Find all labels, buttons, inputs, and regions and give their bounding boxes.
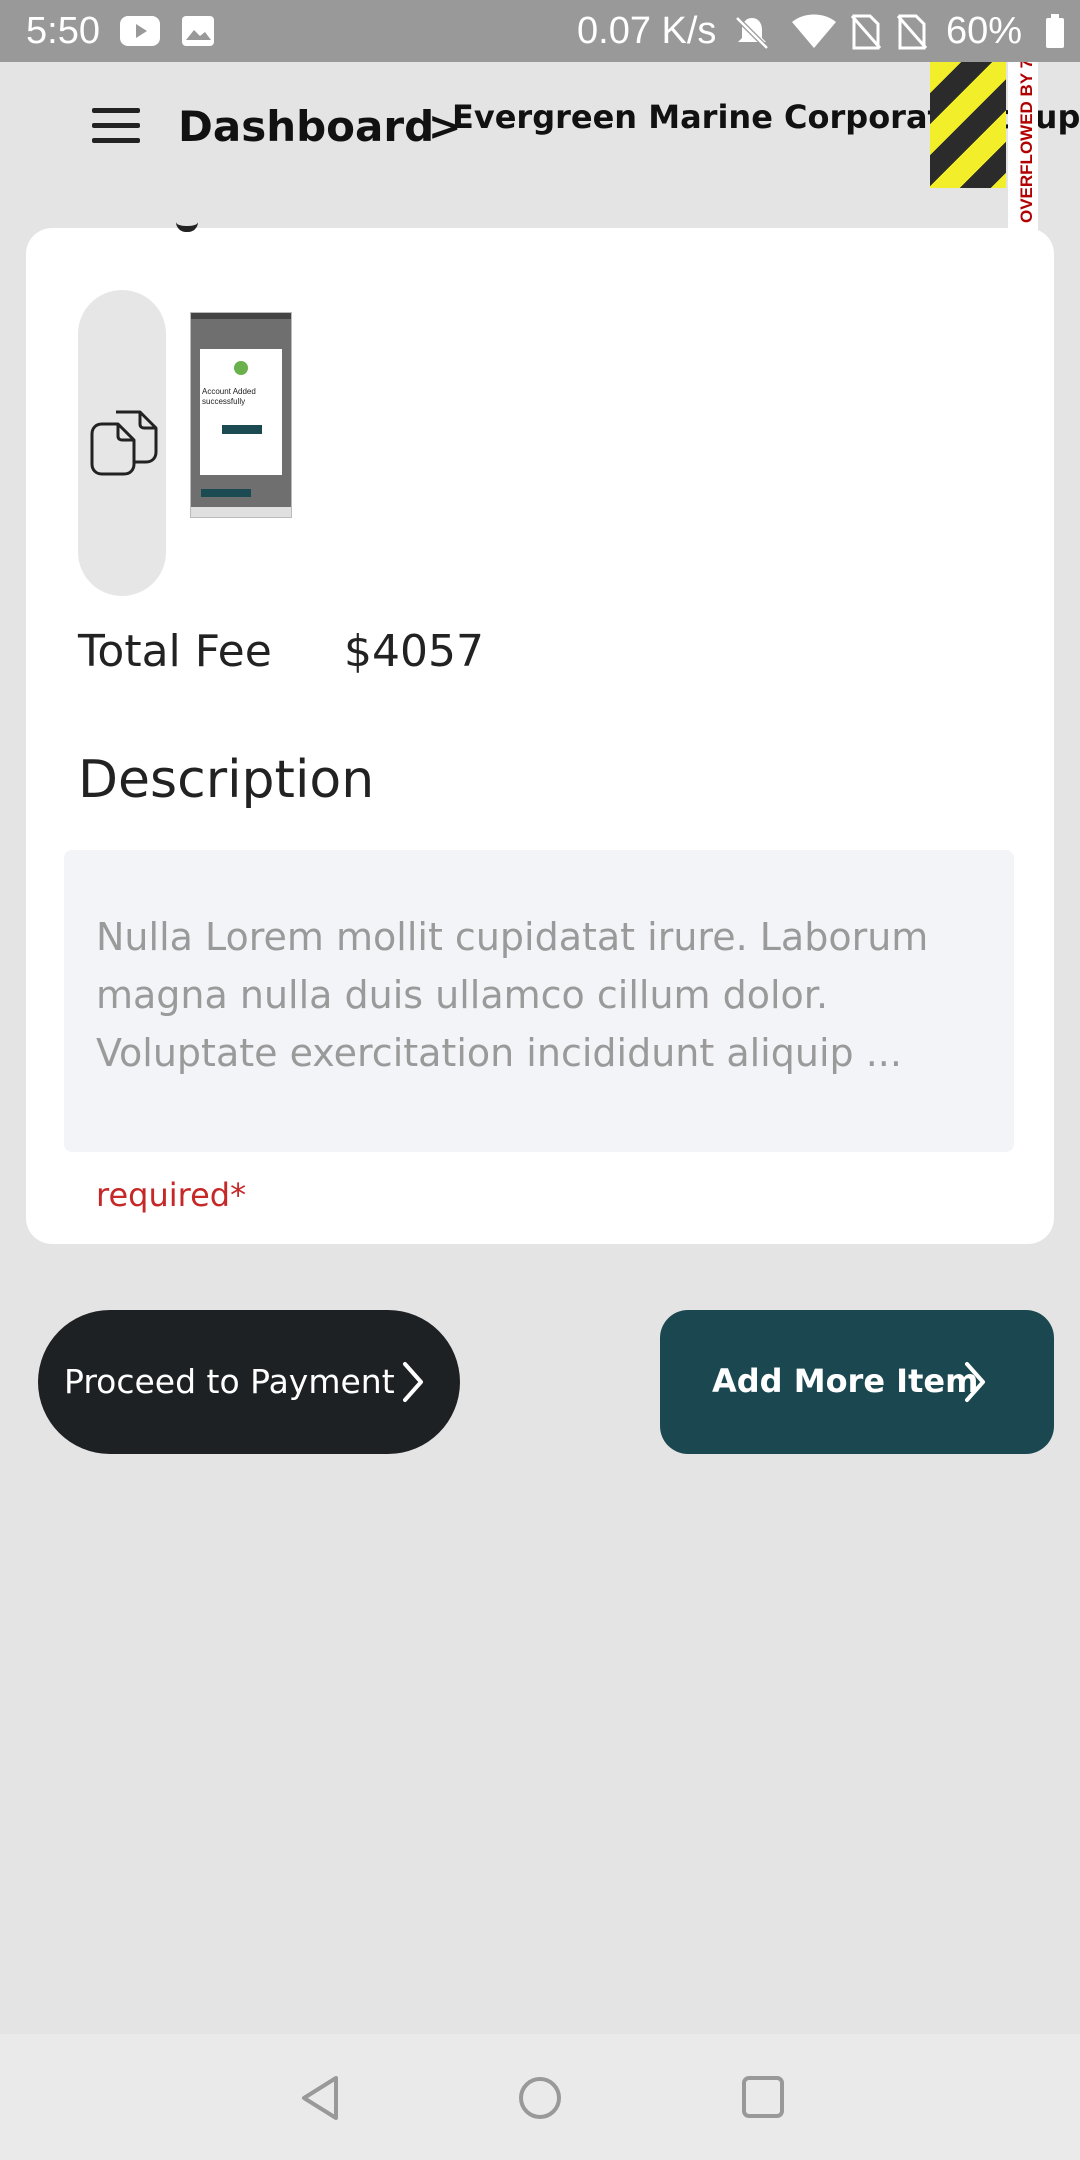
- success-check-icon: [234, 361, 248, 375]
- add-attachment-button[interactable]: [78, 290, 166, 596]
- battery-level: 60%: [946, 10, 1023, 52]
- status-bar: 5:50 0.07 K/s 60%: [0, 0, 1080, 62]
- order-details-card: Account Added successfully Total Fee $40…: [26, 228, 1054, 1244]
- no-sim-icon: [896, 14, 928, 60]
- home-icon[interactable]: [516, 2074, 564, 2122]
- mute-icon: [733, 14, 771, 60]
- chevron-right-icon: [965, 1362, 985, 1402]
- image-icon: [180, 14, 216, 58]
- battery-icon: [1044, 14, 1066, 60]
- breadcrumb-dashboard[interactable]: Dashboard: [178, 102, 434, 151]
- youtube-icon: [118, 14, 162, 58]
- overflow-warning-label: OVERFLOWED BY 7: PIXELS: [1008, 62, 1038, 232]
- attachment-thumbnail[interactable]: Account Added successfully: [190, 312, 292, 518]
- required-validation-text: required*: [96, 1176, 247, 1214]
- description-input[interactable]: Nulla Lorem mollit cupidatat irure. Labo…: [64, 850, 1014, 1152]
- recents-icon[interactable]: [740, 2074, 786, 2120]
- no-sim-icon: [850, 14, 882, 60]
- hamburger-menu-icon[interactable]: [90, 106, 142, 146]
- description-heading: Description: [78, 750, 375, 810]
- proceed-to-payment-button[interactable]: Proceed to Payment: [38, 1310, 460, 1454]
- chevron-right-icon: [403, 1362, 423, 1402]
- system-nav-bar: [0, 2034, 1080, 2160]
- total-fee-label: Total Fee: [78, 626, 272, 677]
- proceed-to-payment-label: Proceed to Payment: [64, 1362, 395, 1401]
- total-fee-value: $4057: [344, 626, 484, 677]
- app-bar: Dashboard > Evergreen Marine Corporation…: [0, 62, 1080, 232]
- network-speed: 0.07 K/s: [577, 10, 717, 52]
- add-more-item-button[interactable]: Add More Item: [660, 1310, 1054, 1454]
- status-time: 5:50: [26, 10, 100, 52]
- overflow-warning-stripes: [930, 62, 1006, 188]
- thumbnail-dialog-text: Account Added successfully: [202, 387, 256, 406]
- add-more-item-label: Add More Item: [712, 1362, 979, 1400]
- breadcrumb-company[interactable]: Evergreen Marine Corporation: [452, 98, 999, 136]
- wifi-icon: [790, 14, 838, 60]
- back-icon[interactable]: [298, 2074, 342, 2122]
- copy-documents-icon: [90, 410, 158, 476]
